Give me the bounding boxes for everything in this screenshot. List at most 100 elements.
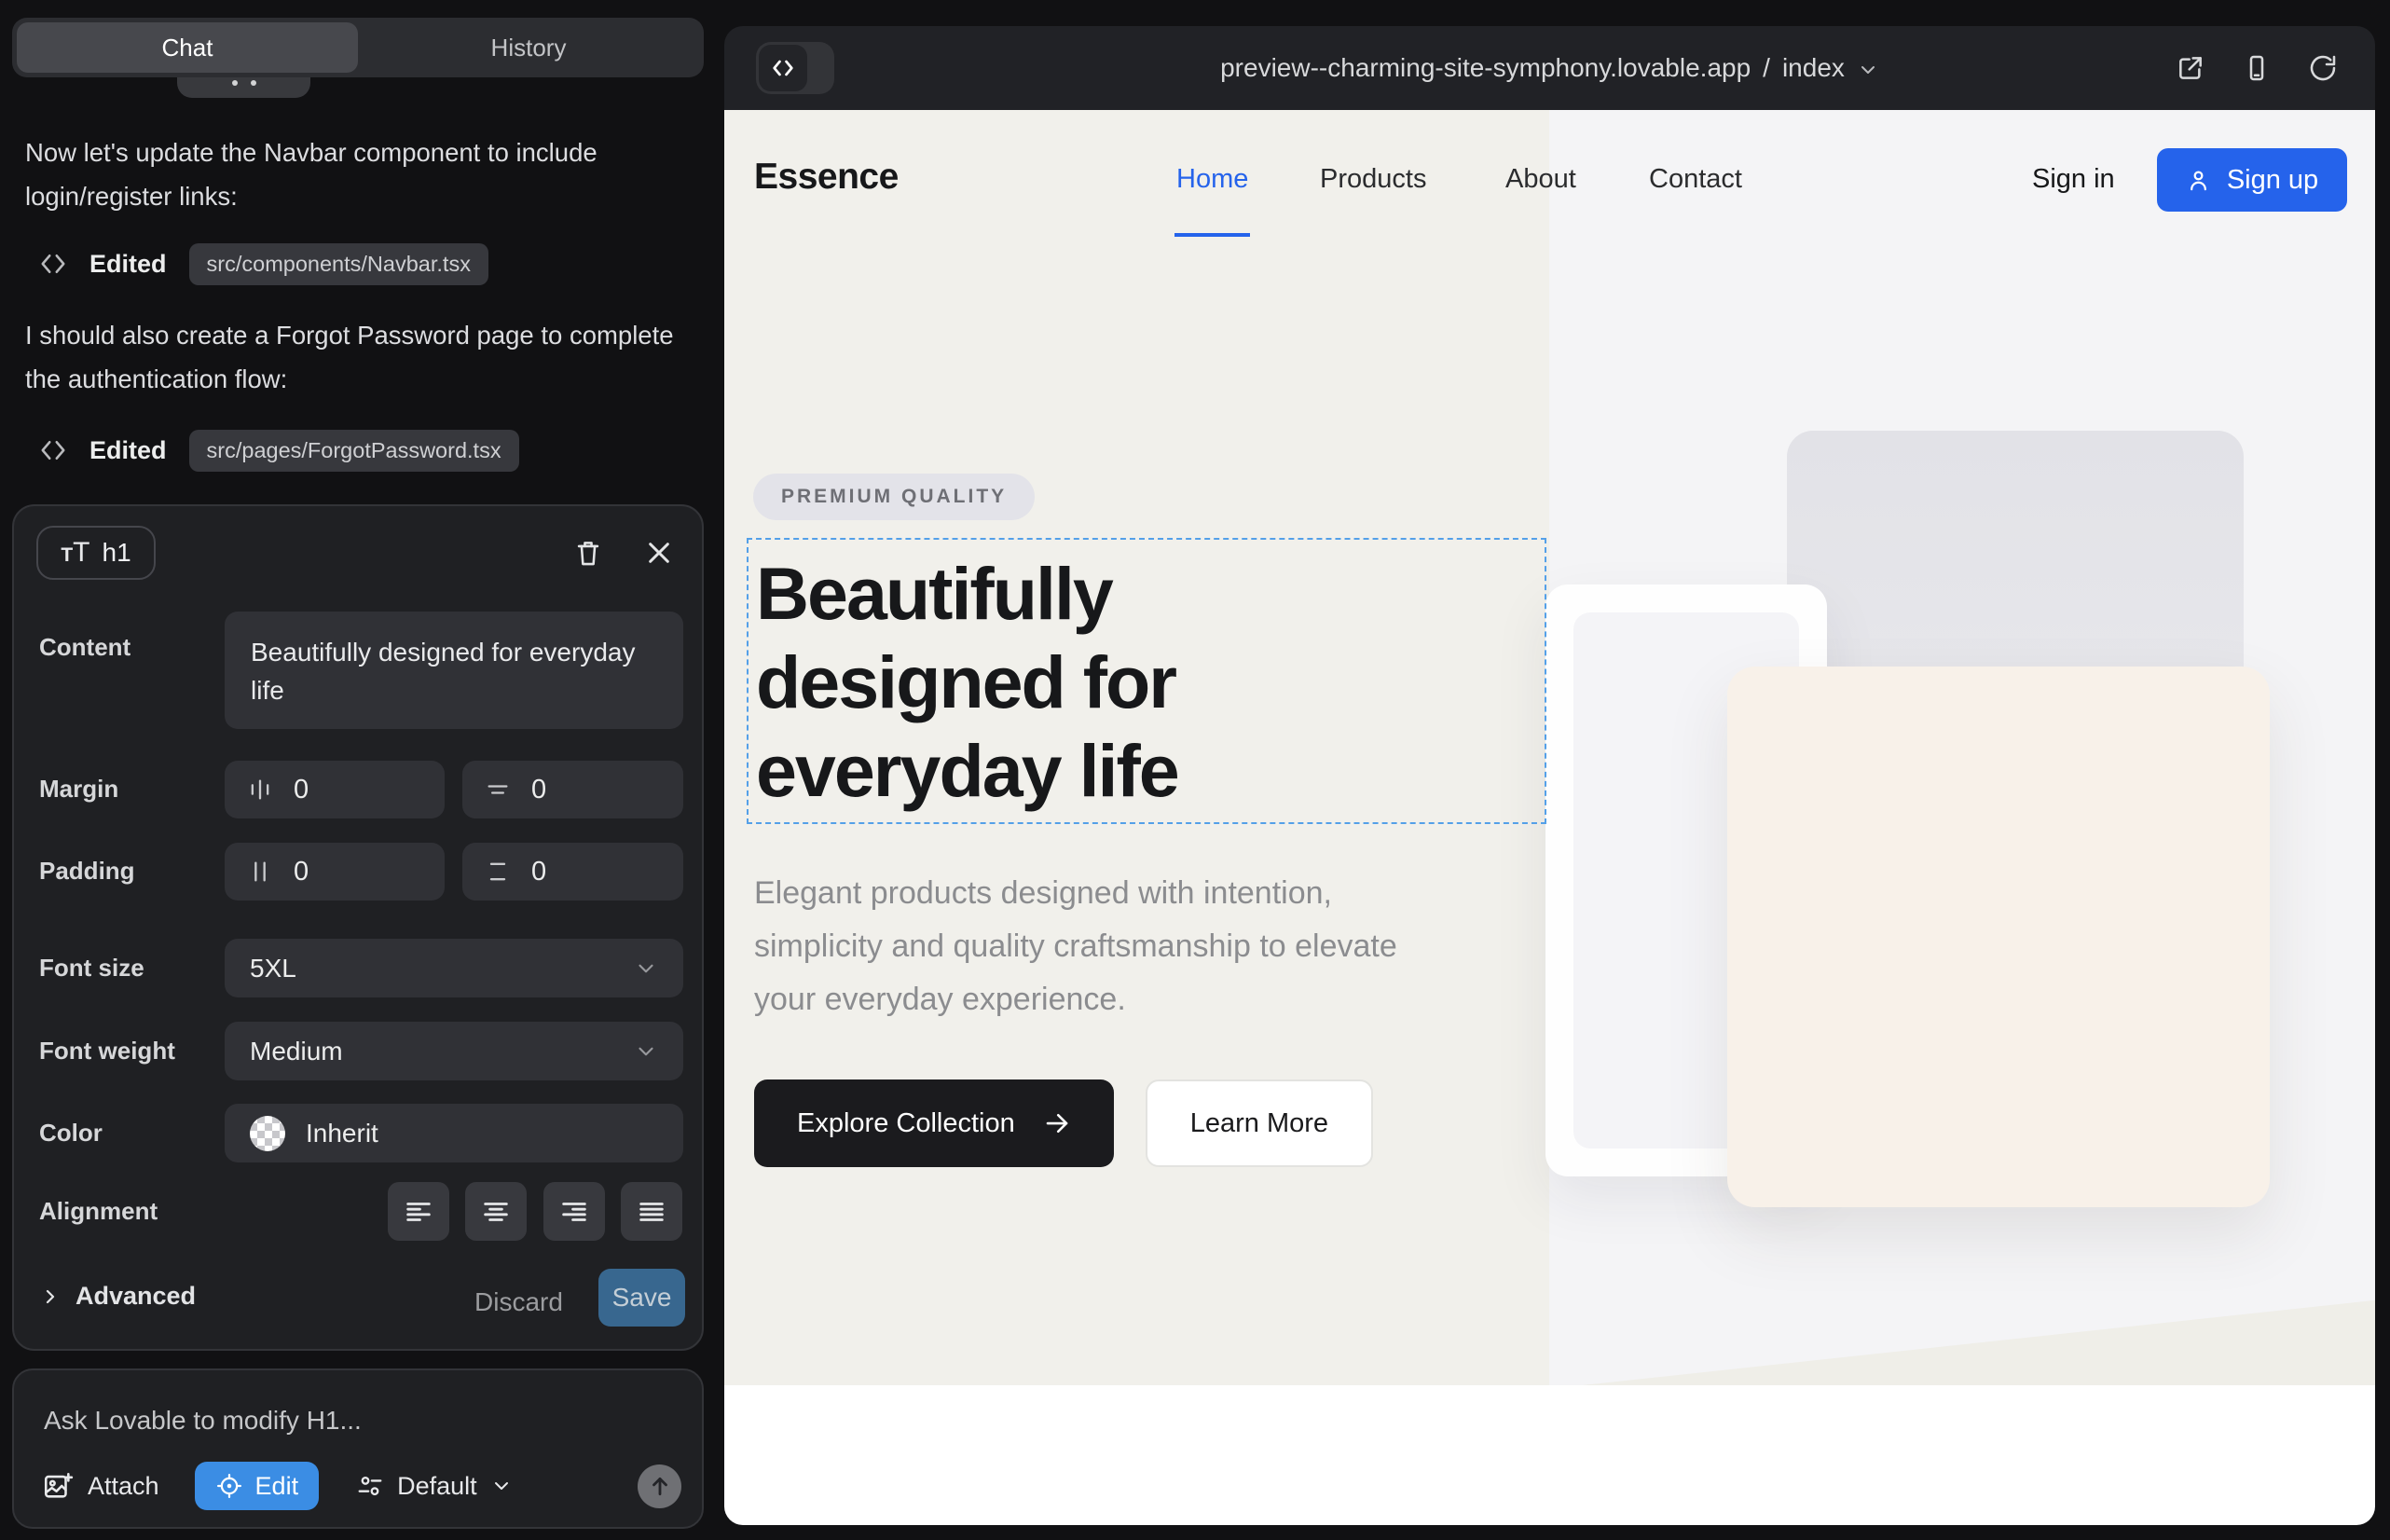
composer-input[interactable]: Ask Lovable to modify H1... (44, 1406, 362, 1436)
padding-label: Padding (39, 857, 135, 886)
margin-y-input[interactable]: 0 (462, 761, 683, 818)
align-justify-button[interactable] (621, 1182, 682, 1241)
margin-vertical-icon (485, 777, 511, 803)
url-separator: / (1763, 53, 1770, 83)
discard-button[interactable]: Discard (474, 1287, 563, 1317)
margin-y-value: 0 (531, 775, 546, 805)
code-icon (39, 436, 67, 464)
site-logo[interactable]: Essence (754, 157, 899, 198)
user-icon (2186, 168, 2211, 193)
ellipsis-dot (232, 80, 238, 86)
save-button[interactable]: Save (598, 1269, 685, 1327)
learn-more-button[interactable]: Learn More (1146, 1079, 1373, 1167)
edited-file-row[interactable]: Edited src/pages/ForgotPassword.tsx (39, 429, 519, 472)
chevron-down-icon (634, 1039, 658, 1064)
target-icon (215, 1472, 243, 1500)
tab-chat[interactable]: Chat (17, 22, 358, 73)
chevron-down-icon (490, 1475, 513, 1497)
ellipsis-dot (251, 80, 256, 86)
model-default-label: Default (397, 1472, 477, 1501)
padding-y-input[interactable]: 0 (462, 843, 683, 901)
advanced-toggle[interactable]: Advanced (39, 1282, 196, 1311)
preview-topbar: preview--charming-site-symphony.lovable.… (724, 26, 2375, 110)
arrow-up-icon (648, 1474, 672, 1498)
align-center-button[interactable] (465, 1182, 527, 1241)
margin-x-input[interactable]: 0 (225, 761, 445, 818)
content-input[interactable]: Beautifully designed for everyday life (225, 612, 683, 729)
explore-collection-button[interactable]: Explore Collection (754, 1079, 1114, 1167)
font-size-value: 5XL (250, 954, 296, 983)
align-right-icon (558, 1196, 590, 1228)
edited-file-chip[interactable]: src/components/Navbar.tsx (189, 243, 488, 285)
alignment-label: Alignment (39, 1197, 158, 1226)
font-size-label: Font size (39, 954, 144, 983)
decorative-card-beige (1727, 667, 2270, 1207)
selected-h1-outline[interactable]: Beautifully designed for everyday life (747, 538, 1546, 824)
transparent-swatch-icon (250, 1116, 285, 1151)
sliders-icon (356, 1472, 384, 1500)
close-editor-button[interactable] (640, 534, 678, 571)
sign-up-button[interactable]: Sign up (2157, 148, 2347, 212)
image-plus-icon (42, 1470, 74, 1502)
edit-mode-button[interactable]: Edit (195, 1462, 320, 1510)
preview-window: preview--charming-site-symphony.lovable.… (724, 26, 2375, 1525)
edited-label: Edited (89, 250, 167, 279)
color-select[interactable]: Inherit (225, 1104, 683, 1162)
chat-composer[interactable]: Ask Lovable to modify H1... Attach Edit … (12, 1368, 704, 1529)
element-tag-label: h1 (103, 538, 131, 568)
assistant-message: Now let's update the Navbar component to… (25, 131, 670, 218)
lovable-app-window: Chat History Now let's update the Navbar… (0, 0, 2390, 1540)
sign-in-link[interactable]: Sign in (2032, 164, 2115, 195)
refresh-icon (2308, 53, 2338, 83)
nav-link-about[interactable]: About (1505, 164, 1576, 195)
assistant-message: I should also create a Forgot Password p… (25, 313, 687, 401)
open-in-new-tab-button[interactable] (2170, 48, 2211, 89)
hero-section: Essence Home Products About Contact Sign… (724, 110, 2375, 1385)
nav-link-home[interactable]: Home (1176, 164, 1248, 195)
truncated-chip[interactable] (177, 77, 310, 98)
arrow-right-icon (1043, 1109, 1071, 1137)
explore-collection-label: Explore Collection (797, 1108, 1015, 1139)
font-size-select[interactable]: 5XL (225, 939, 683, 997)
selected-element-tag[interactable]: TT h1 (36, 526, 156, 580)
delete-element-button[interactable] (570, 534, 607, 571)
tab-history[interactable]: History (358, 22, 699, 73)
chevron-right-icon (39, 1286, 62, 1308)
mobile-view-button[interactable] (2236, 48, 2277, 89)
padding-x-input[interactable]: 0 (225, 843, 445, 901)
chevron-down-icon (1857, 59, 1879, 81)
align-left-button[interactable] (388, 1182, 449, 1241)
hero-description: Elegant products designed with intention… (754, 867, 1425, 1026)
color-label: Color (39, 1119, 103, 1148)
rendered-site: Essence Home Products About Contact Sign… (724, 110, 2375, 1525)
external-link-icon (2176, 53, 2205, 83)
edit-mode-label: Edit (255, 1472, 299, 1501)
attach-button[interactable]: Attach (42, 1470, 159, 1502)
align-justify-icon (636, 1196, 667, 1228)
font-weight-select[interactable]: Medium (225, 1022, 683, 1080)
hero-headline: Beautifully designed for everyday life (756, 549, 1545, 815)
composer-toolbar: Attach Edit Default (42, 1462, 681, 1510)
align-left-icon (403, 1196, 434, 1228)
refresh-button[interactable] (2302, 48, 2343, 89)
sign-up-label: Sign up (2227, 165, 2318, 196)
edited-file-row[interactable]: Edited src/components/Navbar.tsx (39, 242, 488, 285)
send-button[interactable] (638, 1464, 681, 1508)
hero-cta-row: Explore Collection Learn More (754, 1079, 1373, 1167)
font-weight-label: Font weight (39, 1037, 175, 1066)
element-editor-panel: TT h1 Content Beautifully designed for e… (12, 504, 704, 1351)
align-right-button[interactable] (543, 1182, 605, 1241)
premium-quality-badge: PREMIUM QUALITY (753, 474, 1035, 520)
align-center-icon (480, 1196, 512, 1228)
font-weight-value: Medium (250, 1037, 343, 1066)
margin-label: Margin (39, 775, 118, 804)
code-icon (39, 250, 67, 278)
preview-url: preview--charming-site-symphony.lovable.… (1220, 53, 1751, 83)
edited-file-chip[interactable]: src/pages/ForgotPassword.tsx (189, 430, 519, 472)
preview-url-bar[interactable]: preview--charming-site-symphony.lovable.… (724, 26, 2375, 110)
padding-horizontal-icon (247, 859, 273, 885)
model-default-dropdown[interactable]: Default (356, 1472, 513, 1501)
nav-link-products[interactable]: Products (1320, 164, 1426, 195)
nav-link-contact[interactable]: Contact (1649, 164, 1742, 195)
site-navbar: Essence Home Products About Contact Sign… (724, 110, 2375, 250)
